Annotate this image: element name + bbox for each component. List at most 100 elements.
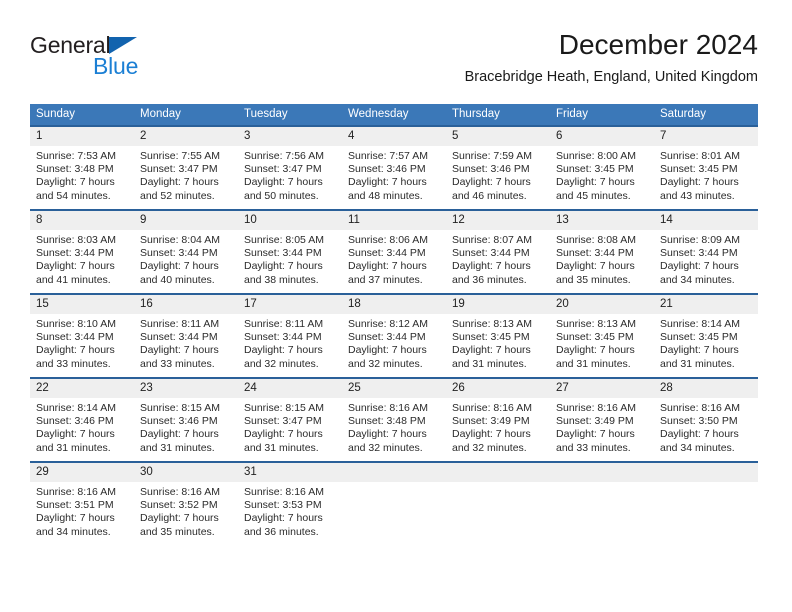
- daylight-duration-line1: Daylight: 7 hours: [452, 344, 531, 357]
- day-number: 24: [238, 379, 342, 398]
- calendar-day-cell[interactable]: 6 Sunrise: 8:00 AM Sunset: 3:45 PM Daylight…: [550, 125, 654, 210]
- sunset-time: Sunset: 3:46 PM: [348, 163, 426, 176]
- daylight-duration-line2: and 50 minutes.: [244, 189, 319, 202]
- calendar-day-cell[interactable]: 20 Sunrise: 8:13 AM Sunset: 3:45 PM Dayligh…: [550, 293, 654, 378]
- sunrise-time: Sunrise: 8:10 AM: [36, 318, 116, 330]
- daylight-duration-line2: and 34 minutes.: [660, 441, 735, 454]
- day-number: 15: [30, 295, 134, 314]
- daylight-duration-line1: Daylight: 7 hours: [244, 176, 323, 189]
- daylight-duration-line2: and 31 minutes.: [660, 357, 735, 370]
- calendar-day-cell[interactable]: 11 Sunrise: 8:06 AM Sunset: 3:44 PM Dayligh…: [342, 209, 446, 294]
- daylight-duration-line2: and 54 minutes.: [36, 189, 111, 202]
- daylight-duration-line1: Daylight: 7 hours: [36, 428, 115, 441]
- calendar-day-cell[interactable]: 10 Sunrise: 8:05 AM Sunset: 3:44 PM Dayligh…: [238, 209, 342, 294]
- day-details: Sunrise: 8:14 AM Sunset: 3:45 PM Daylight:…: [654, 314, 758, 371]
- calendar-day-cell[interactable]: 22 Sunrise: 8:14 AM Sunset: 3:46 PM Dayligh…: [30, 377, 134, 462]
- calendar-day-cell[interactable]: 2 Sunrise: 7:55 AM Sunset: 3:47 PM Daylight…: [134, 125, 238, 210]
- calendar-day-cell[interactable]: 31 Sunrise: 8:16 AM Sunset: 3:53 PM Dayligh…: [238, 461, 342, 545]
- calendar-day-cell[interactable]: 7 Sunrise: 8:01 AM Sunset: 3:45 PM Daylight…: [654, 125, 758, 210]
- logo-triangle-icon: [109, 37, 137, 54]
- sunset-time: Sunset: 3:49 PM: [452, 415, 530, 428]
- daylight-duration-line2: and 33 minutes.: [36, 357, 111, 370]
- day-number: 30: [134, 463, 238, 482]
- day-number: 10: [238, 211, 342, 230]
- calendar-day-cell[interactable]: 21 Sunrise: 8:14 AM Sunset: 3:45 PM Dayligh…: [654, 293, 758, 378]
- daylight-duration-line2: and 35 minutes.: [140, 525, 215, 538]
- calendar-day-cell[interactable]: 8 Sunrise: 8:03 AM Sunset: 3:44 PM Daylight…: [30, 209, 134, 294]
- calendar-day-cell[interactable]: 1 Sunrise: 7:53 AM Sunset: 3:48 PM Daylight…: [30, 125, 134, 210]
- sunrise-time: Sunrise: 8:15 AM: [140, 402, 220, 414]
- calendar-week-row: 29 Sunrise: 8:16 AM Sunset: 3:51 PM Dayligh…: [30, 461, 758, 545]
- calendar-day-cell[interactable]: 18 Sunrise: 8:12 AM Sunset: 3:44 PM Dayligh…: [342, 293, 446, 378]
- calendar-day-cell[interactable]: 4 Sunrise: 7:57 AM Sunset: 3:46 PM Daylight…: [342, 125, 446, 210]
- day-number: 22: [30, 379, 134, 398]
- calendar-day-cell[interactable]: 24 Sunrise: 8:15 AM Sunset: 3:47 PM Dayligh…: [238, 377, 342, 462]
- calendar-day-cell[interactable]: 25 Sunrise: 8:16 AM Sunset: 3:48 PM Dayligh…: [342, 377, 446, 462]
- calendar-day-cell-empty: [654, 461, 758, 545]
- sunrise-time: Sunrise: 7:53 AM: [36, 150, 116, 162]
- sunrise-time: Sunrise: 8:16 AM: [244, 486, 324, 498]
- calendar-body: 1 Sunrise: 7:53 AM Sunset: 3:48 PM Daylight…: [30, 125, 758, 545]
- day-number: 13: [550, 211, 654, 230]
- day-details: Sunrise: 8:13 AM Sunset: 3:45 PM Daylight:…: [550, 314, 654, 371]
- sunset-time: Sunset: 3:46 PM: [452, 163, 530, 176]
- calendar-day-cell[interactable]: 29 Sunrise: 8:16 AM Sunset: 3:51 PM Dayligh…: [30, 461, 134, 545]
- calendar-day-cell[interactable]: 27 Sunrise: 8:16 AM Sunset: 3:49 PM Dayligh…: [550, 377, 654, 462]
- calendar-week-row: 1 Sunrise: 7:53 AM Sunset: 3:48 PM Daylight…: [30, 125, 758, 210]
- sunrise-time: Sunrise: 7:59 AM: [452, 150, 532, 162]
- calendar-header-row: Sunday Monday Tuesday Wednesday Thursday…: [30, 104, 758, 126]
- calendar-day-cell[interactable]: 3 Sunrise: 7:56 AM Sunset: 3:47 PM Daylight…: [238, 125, 342, 210]
- calendar-day-cell[interactable]: 28 Sunrise: 8:16 AM Sunset: 3:50 PM Dayligh…: [654, 377, 758, 462]
- daylight-duration-line2: and 43 minutes.: [660, 189, 735, 202]
- calendar-day-cell[interactable]: 16 Sunrise: 8:11 AM Sunset: 3:44 PM Dayligh…: [134, 293, 238, 378]
- daylight-duration-line1: Daylight: 7 hours: [556, 428, 635, 441]
- day-number: 23: [134, 379, 238, 398]
- daylight-duration-line1: Daylight: 7 hours: [140, 512, 219, 525]
- sunset-time: Sunset: 3:53 PM: [244, 499, 322, 512]
- sunrise-time: Sunrise: 8:15 AM: [244, 402, 324, 414]
- calendar-day-cell[interactable]: 23 Sunrise: 8:15 AM Sunset: 3:46 PM Dayligh…: [134, 377, 238, 462]
- sunrise-time: Sunrise: 8:09 AM: [660, 234, 740, 246]
- calendar-day-cell[interactable]: 26 Sunrise: 8:16 AM Sunset: 3:49 PM Dayligh…: [446, 377, 550, 462]
- daylight-duration-line1: Daylight: 7 hours: [452, 260, 531, 273]
- calendar-day-cell[interactable]: 12 Sunrise: 8:07 AM Sunset: 3:44 PM Dayligh…: [446, 209, 550, 294]
- logo-text-blue: Blue: [93, 53, 139, 79]
- daylight-duration-line1: Daylight: 7 hours: [244, 512, 323, 525]
- weekday-header-thursday: Thursday: [446, 104, 550, 126]
- calendar-day-cell[interactable]: 19 Sunrise: 8:13 AM Sunset: 3:45 PM Dayligh…: [446, 293, 550, 378]
- calendar-day-cell[interactable]: 13 Sunrise: 8:08 AM Sunset: 3:44 PM Dayligh…: [550, 209, 654, 294]
- calendar-day-cell[interactable]: 9 Sunrise: 8:04 AM Sunset: 3:44 PM Daylight…: [134, 209, 238, 294]
- day-number: 16: [134, 295, 238, 314]
- calendar-day-cell[interactable]: 17 Sunrise: 8:11 AM Sunset: 3:44 PM Dayligh…: [238, 293, 342, 378]
- sunrise-time: Sunrise: 8:14 AM: [36, 402, 116, 414]
- sunset-time: Sunset: 3:48 PM: [36, 163, 114, 176]
- daylight-duration-line2: and 33 minutes.: [556, 441, 631, 454]
- day-details: Sunrise: 8:11 AM Sunset: 3:44 PM Daylight:…: [238, 314, 342, 371]
- calendar-day-cell[interactable]: 5 Sunrise: 7:59 AM Sunset: 3:46 PM Daylight…: [446, 125, 550, 210]
- day-details: Sunrise: 8:04 AM Sunset: 3:44 PM Daylight:…: [134, 230, 238, 287]
- day-details: Sunrise: 7:53 AM Sunset: 3:48 PM Daylight:…: [30, 146, 134, 203]
- sunrise-time: Sunrise: 8:07 AM: [452, 234, 532, 246]
- daylight-duration-line1: Daylight: 7 hours: [348, 260, 427, 273]
- daylight-duration-line2: and 41 minutes.: [36, 273, 111, 286]
- daylight-duration-line1: Daylight: 7 hours: [140, 260, 219, 273]
- day-details: [446, 482, 550, 542]
- daylight-duration-line2: and 36 minutes.: [452, 273, 527, 286]
- day-number: 6: [550, 127, 654, 146]
- day-number: 14: [654, 211, 758, 230]
- calendar-day-cell[interactable]: 15 Sunrise: 8:10 AM Sunset: 3:44 PM Dayligh…: [30, 293, 134, 378]
- sunrise-time: Sunrise: 8:11 AM: [244, 318, 324, 330]
- daylight-duration-line2: and 45 minutes.: [556, 189, 631, 202]
- sunset-time: Sunset: 3:49 PM: [556, 415, 634, 428]
- daylight-duration-line1: Daylight: 7 hours: [348, 428, 427, 441]
- weekday-header-friday: Friday: [550, 104, 654, 126]
- calendar-day-cell[interactable]: 30 Sunrise: 8:16 AM Sunset: 3:52 PM Dayligh…: [134, 461, 238, 545]
- day-details: Sunrise: 8:00 AM Sunset: 3:45 PM Daylight:…: [550, 146, 654, 203]
- sunset-time: Sunset: 3:52 PM: [140, 499, 218, 512]
- daylight-duration-line1: Daylight: 7 hours: [556, 176, 635, 189]
- daylight-duration-line1: Daylight: 7 hours: [36, 176, 115, 189]
- sunrise-time: Sunrise: 8:11 AM: [140, 318, 220, 330]
- day-number: 20: [550, 295, 654, 314]
- day-details: Sunrise: 8:12 AM Sunset: 3:44 PM Daylight:…: [342, 314, 446, 371]
- calendar-day-cell[interactable]: 14 Sunrise: 8:09 AM Sunset: 3:44 PM Dayligh…: [654, 209, 758, 294]
